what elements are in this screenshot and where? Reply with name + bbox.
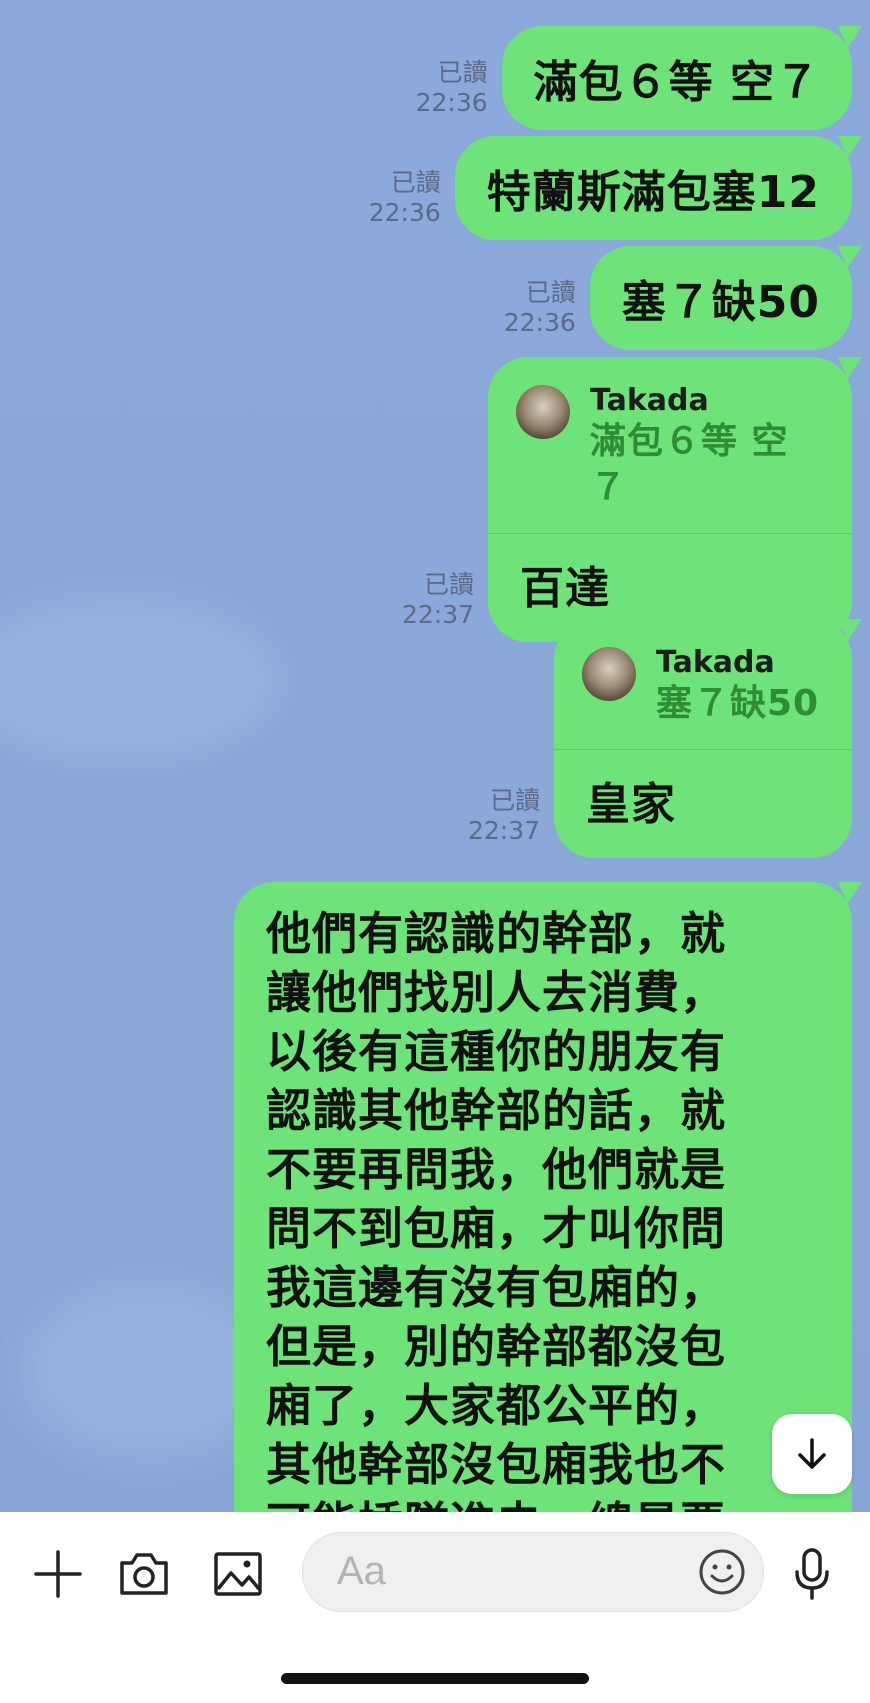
quoted-message[interactable]: Takada 滿包６等 空７ bbox=[488, 357, 852, 534]
message-line: 不要再問我，他們就是 bbox=[266, 1143, 727, 1196]
message-line: 認識其他幹部的話，就 bbox=[266, 1084, 727, 1137]
microphone-button[interactable] bbox=[782, 1544, 842, 1604]
camera-button[interactable] bbox=[114, 1544, 174, 1604]
message-text: 皇家 bbox=[586, 779, 676, 830]
message-time: 22:36 bbox=[415, 88, 488, 117]
message-row: 他們有認識的幹部，就 讓他們找別人去消費， 以後有這種你的朋友有 認識其他幹部的… bbox=[234, 882, 852, 1512]
message-row: 已讀 22:36 特蘭斯滿包塞12 bbox=[369, 136, 852, 240]
message-time: 22:37 bbox=[467, 816, 540, 845]
chat-area[interactable]: 已讀 22:36 滿包６等 空７ 已讀 22:36 特蘭斯滿包塞12 已讀 22… bbox=[0, 0, 870, 1512]
read-receipt: 已讀 bbox=[525, 278, 576, 307]
arrow-down-icon bbox=[798, 1438, 826, 1469]
emoji-icon[interactable] bbox=[697, 1547, 747, 1597]
image-button[interactable] bbox=[208, 1544, 268, 1604]
message-bubble[interactable]: 他們有認識的幹部，就 讓他們找別人去消費， 以後有這種你的朋友有 認識其他幹部的… bbox=[234, 882, 852, 1512]
message-meta: 已讀 22:37 bbox=[468, 786, 540, 846]
quoted-text: 滿包６等 空７ bbox=[590, 421, 789, 508]
message-bubble[interactable]: 滿包６等 空７ bbox=[501, 26, 852, 130]
read-receipt: 已讀 bbox=[437, 58, 488, 87]
message-line: 可能插隊進去，總是要 bbox=[266, 1494, 822, 1512]
camera-icon bbox=[120, 1553, 168, 1595]
message-meta: 已讀 22:36 bbox=[416, 58, 488, 118]
read-receipt: 已讀 bbox=[489, 786, 540, 815]
message-line: 他們有認識的幹部，就 bbox=[266, 907, 727, 960]
message-line: 其他幹部沒包廂我也不 bbox=[266, 1438, 727, 1491]
reply-message-bubble[interactable]: Takada 滿包６等 空７ 百達 bbox=[488, 357, 852, 642]
reply-message-bubble[interactable]: Takada 塞７缺50 皇家 bbox=[554, 619, 852, 858]
message-time: 22:36 bbox=[368, 198, 441, 227]
message-line: 讓他們找別人去消費， bbox=[266, 966, 727, 1019]
quoted-sender-name: Takada bbox=[590, 383, 709, 418]
message-bubble[interactable]: 塞７缺50 bbox=[589, 246, 852, 350]
background-cloud bbox=[0, 600, 280, 760]
message-meta: 已讀 22:37 bbox=[402, 570, 474, 630]
message-row: 已讀 22:37 Takada 滿包６等 空７ 百達 bbox=[402, 357, 852, 642]
message-line: 廂了，大家都公平的， bbox=[266, 1379, 727, 1432]
message-row: 已讀 22:37 Takada 塞７缺50 皇家 bbox=[468, 619, 852, 858]
home-indicator[interactable] bbox=[281, 1673, 589, 1684]
message-line: 問不到包廂，才叫你問 bbox=[266, 1202, 727, 1255]
message-row: 已讀 22:36 塞７缺50 bbox=[504, 246, 852, 350]
plus-button[interactable] bbox=[28, 1544, 88, 1604]
message-meta: 已讀 22:36 bbox=[369, 168, 441, 228]
read-receipt: 已讀 bbox=[423, 570, 474, 599]
message-row: 已讀 22:36 滿包６等 空７ bbox=[416, 26, 852, 130]
message-input[interactable]: Aa bbox=[302, 1532, 764, 1612]
read-receipt: 已讀 bbox=[390, 168, 441, 197]
scroll-to-bottom-button[interactable] bbox=[772, 1414, 852, 1494]
message-line: 我這邊有沒有包廂的， bbox=[266, 1261, 727, 1314]
avatar bbox=[582, 647, 636, 701]
quoted-sender-name: Takada bbox=[656, 645, 775, 680]
plus-icon bbox=[34, 1550, 82, 1598]
message-meta: 已讀 22:36 bbox=[504, 278, 576, 338]
message-line: 但是，別的幹部都沒包 bbox=[266, 1320, 727, 1373]
quoted-text: 塞７缺50 bbox=[656, 683, 820, 724]
image-icon bbox=[214, 1552, 262, 1596]
quoted-message[interactable]: Takada 塞７缺50 bbox=[554, 619, 852, 750]
message-line: 以後有這種你的朋友有 bbox=[266, 1025, 727, 1078]
message-time: 22:37 bbox=[401, 600, 474, 629]
message-input-placeholder: Aa bbox=[337, 1549, 386, 1593]
message-time: 22:36 bbox=[503, 308, 576, 337]
avatar bbox=[516, 385, 570, 439]
message-bubble[interactable]: 特蘭斯滿包塞12 bbox=[454, 136, 852, 240]
microphone-icon bbox=[795, 1548, 829, 1600]
